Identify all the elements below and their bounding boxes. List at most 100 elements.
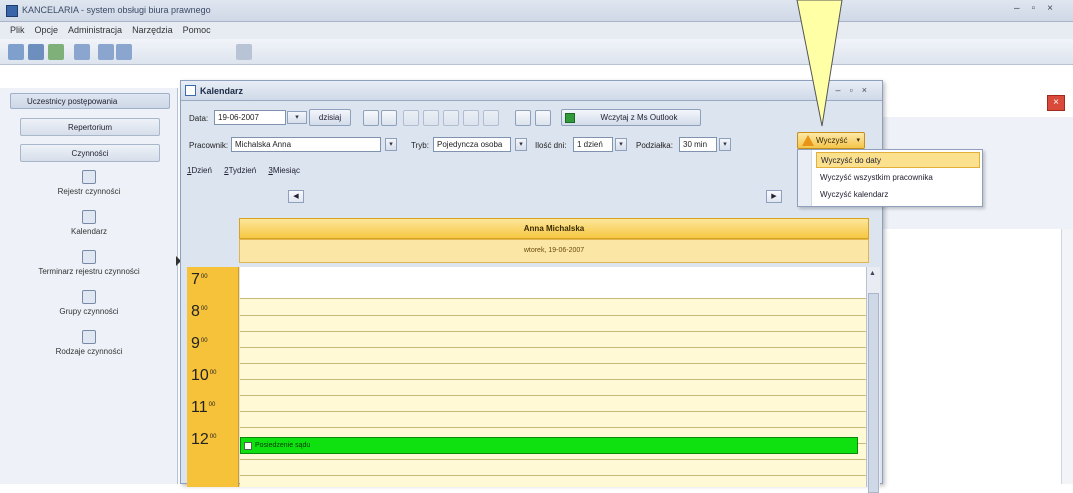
minute-value: 00 [200,274,208,280]
tab-day-label: Dzień [191,166,212,175]
nav-rodzaje-czynnosci[interactable]: Rodzaje czynności [0,330,178,356]
new-entry-icon[interactable] [363,110,379,126]
menu-opcje[interactable]: Opcje [30,22,64,35]
date-field[interactable]: 19-06-2007 [214,110,286,125]
menu-item-clear-worker[interactable]: Wyczyść wszystkim pracownika [816,170,980,186]
slot-divider [240,459,866,460]
left-navigation-pane: Uczestnicy postępowania Repertorium Czyn… [0,88,178,484]
copy-icon[interactable] [403,110,419,126]
mode-select[interactable]: Pojedyncza osoba [433,137,511,152]
menu-narzedzia[interactable]: Narzędzia [127,22,178,35]
nav-rejestr-czynnosci[interactable]: Rejestr czynności [0,170,178,196]
toolbar-help-icon[interactable] [236,44,252,60]
days-select[interactable]: 1 dzień [573,137,613,152]
delete-icon[interactable] [463,110,479,126]
nav-label: Rodzaje czynności [55,347,123,356]
print-icon[interactable] [515,110,531,126]
export-icon[interactable] [535,110,551,126]
hour-value: 8 [191,303,200,320]
refresh-icon[interactable] [443,110,459,126]
prev-day-arrow-icon[interactable]: ◀ [288,190,304,203]
nav-terminarz[interactable]: Terminarz rejestru czynności [0,250,178,276]
minute-value: 00 [209,434,217,440]
tab-month-label: Miesiąc [272,166,300,175]
nav-grupy-czynnosci[interactable]: Grupy czynności [0,290,178,316]
hour-label: 1100 [191,399,215,417]
menu-gutter [798,150,812,206]
worker-dropdown-chevron-icon[interactable]: ▾ [385,138,397,151]
nav-label: Grupy czynności [59,307,119,316]
menu-item-clear-calendar[interactable]: Wyczyść kalendarz [816,187,980,203]
czynnosci-button[interactable]: Czynności [20,144,160,162]
dialog-window-controls[interactable]: –▫× [836,85,876,95]
outlook-import-label: Wczytaj z Ms Outlook [600,113,678,122]
toolbar-icon-6[interactable] [116,44,132,60]
outlook-import-button[interactable]: Wczytaj z Ms Outlook [561,109,701,126]
scroll-thumb[interactable] [868,293,879,493]
nav-label: Kalendarz [70,227,108,236]
register-icon [82,170,96,184]
hour-label: 800 [191,303,208,321]
groups-icon [82,290,96,304]
participants-header[interactable]: Uczestnicy postępowania [10,93,170,109]
minute-value: 00 [200,338,208,344]
minute-value: 00 [208,402,216,408]
tab-day[interactable]: 1Dzień [187,166,212,175]
menu-plik[interactable]: Plik [0,22,30,35]
toolbar-icon-1[interactable] [8,44,24,60]
toolbar-icon-5[interactable] [98,44,114,60]
mode-dropdown-chevron-icon[interactable]: ▾ [515,138,527,151]
toolbar-icon-3[interactable] [48,44,64,60]
scale-dropdown-chevron-icon[interactable]: ▾ [719,138,731,151]
time-grid[interactable] [240,267,866,487]
menu-item-clear-to-date[interactable]: Wyczyść do daty [816,152,980,168]
menu-pomoc[interactable]: Pomoc [178,22,216,35]
calendar-scrollbar[interactable]: ▲ [866,267,880,493]
mode-label: Tryb: [411,141,429,150]
hour-value: 7 [191,271,200,288]
scroll-up-icon[interactable]: ▲ [869,270,876,277]
view-tabs: 1Dzień 2Tydzień 3Miesiąc [187,166,310,175]
slot-divider [240,331,866,332]
days-dropdown-chevron-icon[interactable]: ▾ [615,138,627,151]
warning-icon [802,135,814,146]
worker-select[interactable]: Michalska Anna [231,137,381,152]
next-day-arrow-icon[interactable]: ▶ [766,190,782,203]
clear-button[interactable]: Wyczyść ▾ [797,132,865,149]
hour-label: 1200 [191,431,216,449]
toolbar-icon-4[interactable] [74,44,90,60]
tab-week[interactable]: 2Tydzień [224,166,256,175]
chevron-down-icon: ▾ [856,137,860,144]
calendar-icon [82,210,96,224]
move-icon[interactable] [423,110,439,126]
find-icon[interactable] [483,110,499,126]
background-scrollbar[interactable] [1061,229,1073,484]
today-button[interactable]: dzisiaj [309,109,351,126]
schedule-icon [82,250,96,264]
minute-value: 00 [209,370,217,376]
tab-month[interactable]: 3Miesiąc [268,166,300,175]
types-icon [82,330,96,344]
hour-label: 900 [191,335,208,353]
scale-label: Podziałka: [636,141,673,150]
slot-divider [240,315,866,316]
resource-header[interactable]: Anna Michalska [239,218,869,239]
worker-label: Pracownik: [189,141,229,150]
nav-kalendarz[interactable]: Kalendarz [0,210,178,236]
hour-value: 10 [191,367,209,384]
calendar-event[interactable]: Posiedzenie sądu [240,437,858,454]
window-controls[interactable]: –▫× [1014,3,1065,14]
time-slot[interactable] [240,267,866,299]
hour-value: 11 [191,399,208,416]
close-icon[interactable]: × [1047,95,1065,111]
menu-administracja[interactable]: Administracja [63,22,127,35]
repertorium-button[interactable]: Repertorium [20,118,160,136]
scale-select[interactable]: 30 min [679,137,717,152]
app-title-bar: KANCELARIA - system obsługi biura prawne… [0,0,1073,22]
slot-divider [240,427,866,428]
edit-entry-icon[interactable] [381,110,397,126]
app-logo-icon [6,5,18,17]
toolbar-icon-2[interactable] [28,44,44,60]
slot-divider [240,475,866,476]
date-picker-button[interactable]: ▾ [287,111,307,124]
